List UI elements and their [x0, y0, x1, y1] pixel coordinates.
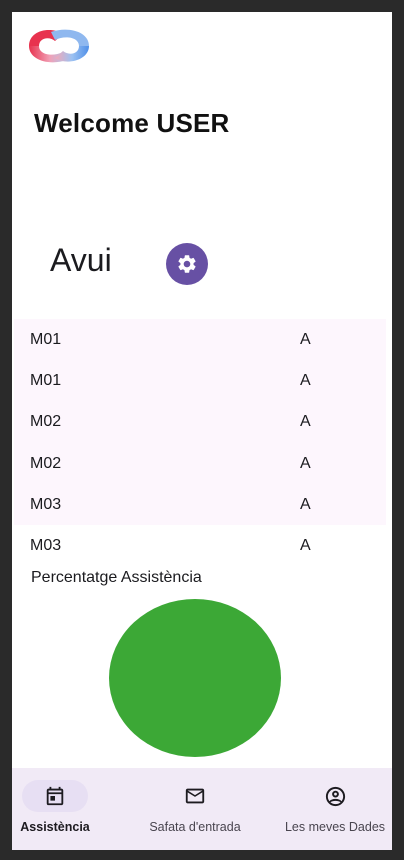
attendance-pie-chart	[109, 599, 281, 757]
attendance-value: A	[300, 495, 311, 513]
nav-icon-container	[302, 780, 368, 812]
module-code: M02	[30, 454, 62, 472]
today-title: Avui	[50, 242, 112, 278]
nav-item-attendance[interactable]: Assistència	[20, 768, 90, 850]
app-screen: Welcome USER Avui M01 A M01 A M02 A M02 …	[12, 12, 392, 850]
nav-item-inbox[interactable]: Safata d'entrada	[144, 768, 246, 850]
nav-item-my-data[interactable]: Les meves Dades	[280, 768, 390, 850]
module-code: M01	[30, 371, 62, 389]
schedule-row[interactable]: M03 A	[14, 484, 386, 525]
attendance-percentage-label: Percentatge Assistència	[31, 569, 202, 586]
module-code: M03	[30, 495, 62, 513]
schedule-row[interactable]: M02 A	[14, 402, 386, 443]
account-circle-icon	[325, 786, 345, 806]
attendance-value: A	[300, 413, 311, 431]
attendance-value: A	[300, 371, 311, 389]
settings-button[interactable]	[166, 243, 208, 285]
nav-label: Safata d'entrada	[149, 820, 241, 834]
calendar-icon	[46, 786, 64, 806]
schedule-row[interactable]: M02 A	[14, 443, 386, 484]
schedule-list: M01 A M01 A M02 A M02 A M03 A M03 A	[14, 319, 386, 567]
module-code: M01	[30, 330, 62, 348]
welcome-heading: Welcome USER	[34, 108, 230, 138]
nav-active-indicator	[22, 780, 88, 812]
attendance-value: A	[300, 330, 311, 348]
bottom-navigation: Assistència Safata d'entrada Les meves D…	[12, 768, 392, 850]
module-code: M03	[30, 537, 62, 555]
nav-icon-container	[162, 780, 228, 812]
gear-icon	[178, 255, 196, 273]
module-code: M02	[30, 413, 62, 431]
pie-slice	[109, 599, 281, 757]
schedule-row[interactable]: M03 A	[14, 525, 386, 566]
app-logo	[29, 29, 89, 63]
mail-icon	[185, 788, 205, 804]
nav-label: Assistència	[20, 820, 90, 834]
schedule-row[interactable]: M01 A	[14, 360, 386, 401]
nav-label: Les meves Dades	[284, 820, 386, 834]
attendance-value: A	[300, 454, 311, 472]
attendance-value: A	[300, 537, 311, 555]
schedule-row[interactable]: M01 A	[14, 319, 386, 360]
